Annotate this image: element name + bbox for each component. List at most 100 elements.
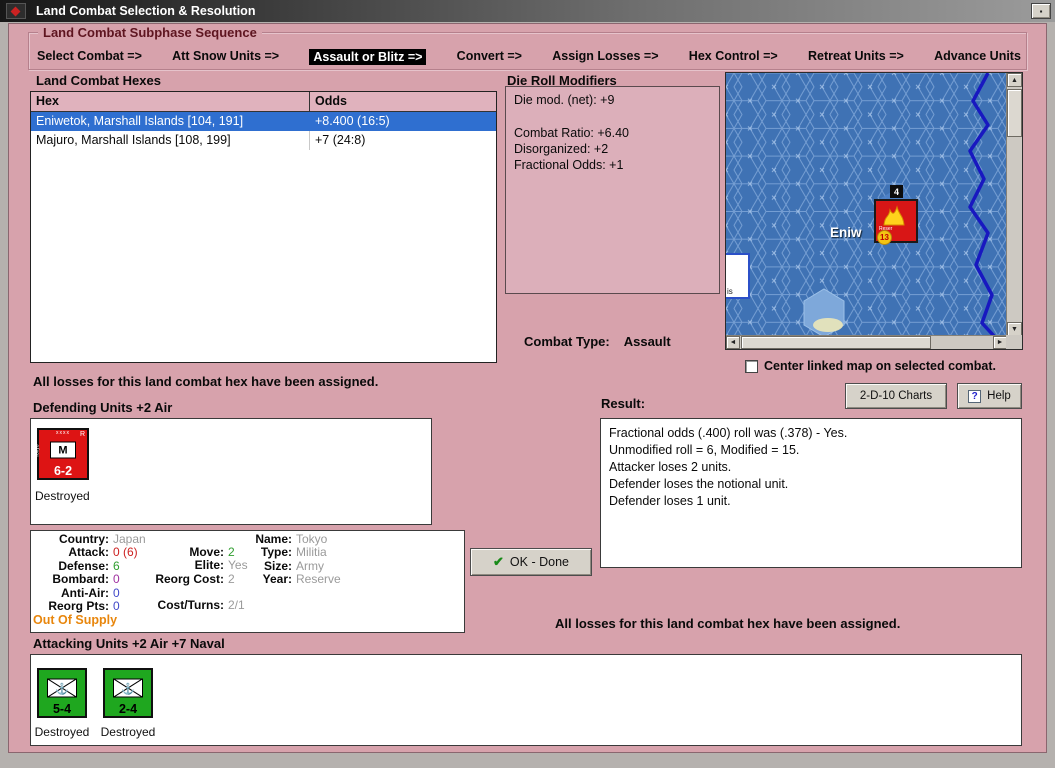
detail-label: Year: [246, 573, 292, 586]
svg-text:⚓: ⚓ [121, 683, 135, 696]
attacking-units-title: Attacking Units +2 Air +7 Naval [33, 636, 225, 651]
scroll-down-button[interactable]: ▼ [1007, 322, 1022, 336]
scroll-left-button[interactable]: ◄ [726, 336, 740, 349]
attacking-unit-counter[interactable]: ⚓ 2-4 [103, 668, 153, 718]
hexes-table-title: Land Combat Hexes [36, 73, 161, 88]
detail-value: Army [296, 560, 324, 573]
detail-label: Country: [33, 533, 109, 546]
result-line: Unmodified roll = 6, Modified = 15. [609, 442, 1013, 459]
detail-value: 2 [228, 546, 235, 559]
detail-label: Attack: [33, 546, 109, 559]
marine-symbol-icon: ⚓ [47, 679, 77, 698]
defender-losses-status: All losses for this land combat hex have… [33, 374, 378, 389]
militia-symbol-icon: M [50, 442, 76, 459]
detail-label: Name: [246, 533, 292, 546]
window-title: Land Combat Selection & Resolution [36, 4, 255, 18]
detail-value: Tokyo [296, 533, 327, 546]
step-hex-control: Hex Control => [689, 49, 778, 65]
detail-label: Anti-Air: [33, 587, 109, 600]
die-roll-modifiers-panel: Die mod. (net): +9 Combat Ratio: +6.40 D… [505, 86, 720, 294]
defending-unit-counter[interactable]: xxxx R Tokyo M 6-2 [37, 428, 89, 480]
step-advance-units: Advance Units [934, 49, 1021, 65]
defending-units-title: Defending Units +2 Air [33, 400, 172, 415]
unit-corner-letter: R [80, 431, 85, 438]
combat-map[interactable]: Eniw Reser 4 13 is ▲ ▼ ◄ ► [725, 72, 1023, 350]
scroll-down-icon: ▼ [1011, 326, 1018, 333]
detail-value: 0 [113, 587, 120, 600]
close-icon: ▪ [1040, 7, 1043, 16]
detail-value: 0 [113, 600, 120, 613]
stack-count-badge: 4 [890, 185, 903, 198]
detail-value: 2 [228, 573, 235, 586]
app-icon[interactable] [6, 3, 26, 19]
center-map-checkbox[interactable] [745, 360, 758, 373]
result-line: Attacker loses 2 units. [609, 459, 1013, 476]
detail-label: Cost/Turns: [142, 599, 224, 612]
subphase-group-caption: Land Combat Subphase Sequence [38, 25, 262, 40]
table-header: Hex Odds [31, 92, 496, 112]
unit-strength: 6-2 [39, 464, 87, 478]
column-header-odds[interactable]: Odds [310, 92, 496, 111]
attacking-unit-counter[interactable]: ⚓ 5-4 [37, 668, 87, 718]
scroll-right-button[interactable]: ► [993, 336, 1007, 349]
step-att-snow-units: Att Snow Units => [172, 49, 279, 65]
map-horizontal-scrollbar[interactable]: ◄ ► [726, 335, 1007, 349]
defending-units-panel [30, 418, 432, 525]
attacking-units-panel [30, 654, 1022, 746]
detail-value: Militia [296, 546, 327, 559]
detail-label: Bombard: [33, 573, 109, 586]
step-assign-losses: Assign Losses => [552, 49, 658, 65]
result-line: Defender loses 1 unit. [609, 493, 1013, 510]
subphase-steps: Select Combat => Att Snow Units => Assau… [37, 49, 1021, 65]
detail-label: Elite: [142, 559, 224, 572]
step-convert: Convert => [457, 49, 522, 65]
unit-details-col1: Country:Japan Attack:0 (6) Defense:6 Bom… [33, 533, 146, 613]
center-map-label: Center linked map on selected combat. [764, 359, 996, 373]
map-vertical-scrollbar[interactable]: ▲ ▼ [1006, 73, 1022, 336]
detail-label: Defense: [33, 560, 109, 573]
land-combat-hexes-table: Hex Odds Eniwetok, Marshall Islands [104… [30, 91, 497, 363]
combat-type-label: Combat Type: [524, 334, 610, 349]
map-viewport[interactable]: Eniw Reser 4 13 is [726, 73, 1007, 336]
charts-button[interactable]: 2-D-10 Charts [845, 383, 947, 409]
scrollbar-corner [1006, 335, 1022, 349]
map-side-label: is [726, 253, 750, 299]
vertical-scroll-thumb[interactable] [1007, 89, 1022, 137]
horizontal-scroll-thumb[interactable] [741, 336, 931, 349]
step-retreat-units: Retreat Units => [808, 49, 904, 65]
detail-value: 2/1 [228, 599, 245, 612]
modifier-line: Combat Ratio: +6.40 [514, 125, 711, 141]
die-mod-net: Die mod. (net): +9 [514, 93, 711, 107]
attacker-losses-status: All losses for this land combat hex have… [555, 616, 900, 631]
map-hex-name: Eniw [830, 225, 862, 240]
scroll-left-icon: ◄ [730, 339, 737, 346]
ok-done-button[interactable]: ✔ OK - Done [470, 548, 592, 576]
column-header-hex[interactable]: Hex [31, 92, 310, 111]
result-title: Result: [601, 396, 645, 411]
modifier-line: Disorganized: +2 [514, 141, 711, 157]
combat-type-value: Assault [624, 334, 671, 349]
close-button[interactable]: ▪ [1031, 3, 1051, 19]
table-row[interactable]: Eniwetok, Marshall Islands [104, 191] +8… [31, 112, 496, 131]
detail-label: Move: [142, 546, 224, 559]
combat-type: Combat Type: Assault [524, 334, 671, 349]
result-panel: Fractional odds (.400) roll was (.378) -… [600, 418, 1022, 568]
unit-side-name: Tokyo [35, 444, 41, 457]
unit-status-label: Destroyed [35, 489, 90, 503]
table-row[interactable]: Majuro, Marshall Islands [108, 199] +7 (… [31, 131, 496, 150]
detail-value: 0 (6) [113, 546, 138, 559]
out-of-supply-status: Out Of Supply [33, 613, 117, 627]
scroll-up-button[interactable]: ▲ [1007, 73, 1022, 87]
detail-label: Reorg Cost: [142, 573, 224, 586]
unit-strength: 5-4 [39, 702, 85, 716]
detail-value: Reserve [296, 573, 341, 586]
help-button[interactable]: ? Help [957, 383, 1022, 409]
explosion-icon [876, 205, 916, 227]
help-icon: ? [968, 390, 981, 403]
step-assault-or-blitz: Assault or Blitz => [309, 49, 426, 65]
hex-cell: Majuro, Marshall Islands [108, 199] [31, 131, 310, 150]
scroll-up-icon: ▲ [1011, 77, 1018, 84]
title-bar[interactable]: Land Combat Selection & Resolution ▪ [0, 0, 1055, 22]
unit-size-marks: xxxx [56, 430, 70, 436]
detail-value: 6 [113, 560, 120, 573]
